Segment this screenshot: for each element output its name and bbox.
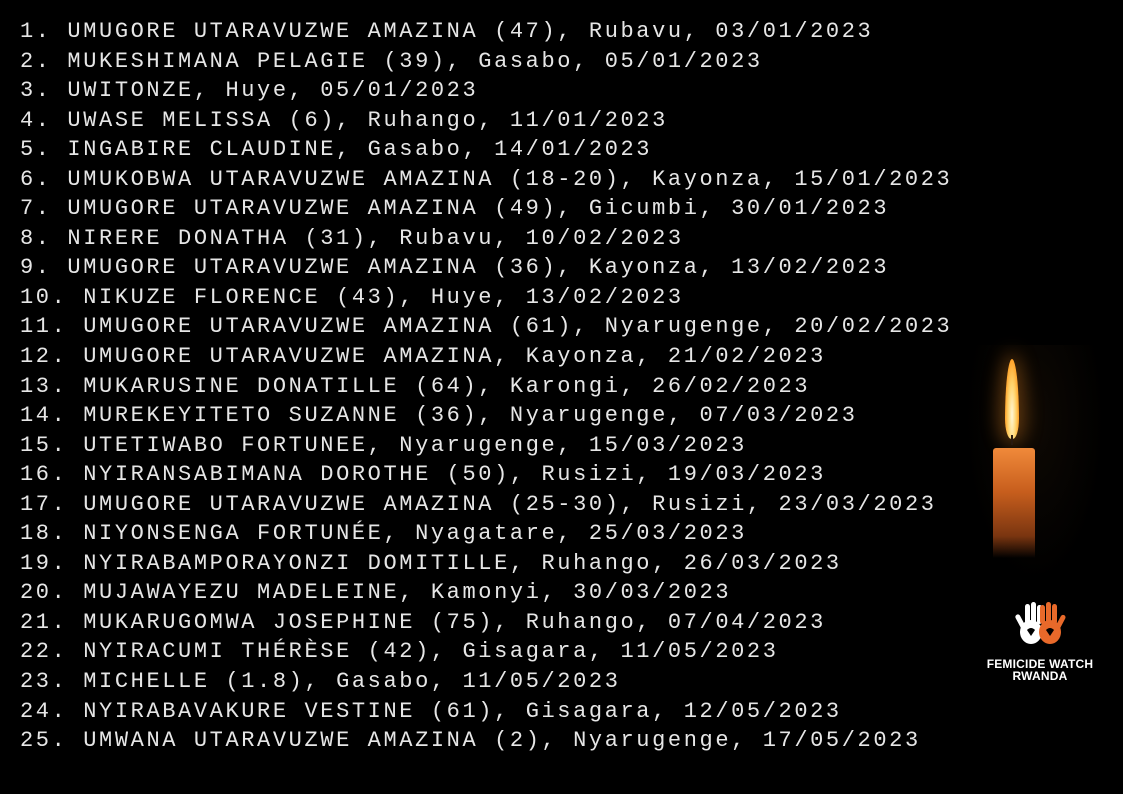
item-text: NIYONSENGA FORTUNÉE, Nyagatare, 25/03/20… [83, 521, 747, 547]
list-item: 4. UWASE MELISSA (6), Ruhango, 11/01/202… [20, 106, 952, 136]
item-number: 24. [20, 698, 68, 724]
item-text: UMUGORE UTARAVUZWE AMAZINA (47), Rubavu,… [67, 19, 874, 44]
item-text: UTETIWABO FORTUNEE, Nyarugenge, 15/03/20… [83, 432, 747, 458]
item-text: MUKESHIMANA PELAGIE (39), Gasabo, 05/01/… [67, 48, 763, 74]
item-text: UMWANA UTARAVUZWE AMAZINA (2), Nyarugeng… [83, 728, 921, 754]
list-item: 12. UMUGORE UTARAVUZWE AMAZINA, Kayonza,… [20, 342, 952, 372]
item-number: 4. [20, 107, 52, 133]
item-text: NYIRABAMPORAYONZI DOMITILLE, Ruhango, 26… [83, 550, 842, 576]
item-number: 21. [20, 609, 68, 635]
item-number: 23. [20, 669, 68, 695]
item-number: 8. [20, 225, 52, 251]
list-item: 7. UMUGORE UTARAVUZWE AMAZINA (49), Gicu… [20, 194, 952, 224]
candle-body [993, 448, 1035, 558]
item-number: 9. [20, 255, 52, 281]
hands-icon [1015, 602, 1066, 644]
item-text: MICHELLE (1.8), Gasabo, 11/05/2023 [83, 669, 621, 695]
list-item: 16. NYIRANSABIMANA DOROTHE (50), Rusizi,… [20, 460, 952, 490]
item-text: UWASE MELISSA (6), Ruhango, 11/01/2023 [67, 107, 668, 133]
list-item: 9. UMUGORE UTARAVUZWE AMAZINA (36), Kayo… [20, 253, 952, 283]
item-number: 20. [20, 580, 68, 606]
list-item: 17. UMUGORE UTARAVUZWE AMAZINA (25-30), … [20, 490, 952, 520]
item-text: NIKUZE FLORENCE (43), Huye, 13/02/2023 [83, 284, 684, 310]
item-text: NIRERE DONATHA (31), Rubavu, 10/02/2023 [67, 225, 684, 251]
item-text: MUREKEYITETO SUZANNE (36), Nyarugenge, 0… [83, 403, 858, 429]
item-number: 15. [20, 432, 68, 458]
item-number: 18. [20, 521, 68, 547]
item-number: 16. [20, 462, 68, 488]
item-number: 13. [20, 373, 68, 399]
list-item: 21. MUKARUGOMWA JOSEPHINE (75), Ruhango,… [20, 608, 952, 638]
item-text: UMUGORE UTARAVUZWE AMAZINA (36), Kayonza… [67, 255, 890, 281]
item-number: 1. [20, 19, 52, 44]
list-item: 11. UMUGORE UTARAVUZWE AMAZINA (61), Nya… [20, 312, 952, 342]
item-number: 5. [20, 137, 52, 163]
item-number: 22. [20, 639, 68, 665]
item-text: INGABIRE CLAUDINE, Gasabo, 14/01/2023 [67, 137, 653, 163]
list-item: 25. UMWANA UTARAVUZWE AMAZINA (2), Nyaru… [20, 726, 952, 756]
list-item: 10. NIKUZE FLORENCE (43), Huye, 13/02/20… [20, 283, 952, 313]
wick [1011, 435, 1013, 445]
item-number: 19. [20, 550, 68, 576]
list-item: 18. NIYONSENGA FORTUNÉE, Nyagatare, 25/0… [20, 519, 952, 549]
victims-list: 1. UMUGORE UTARAVUZWE AMAZINA (47), Ruba… [20, 17, 952, 756]
list-item: 15. UTETIWABO FORTUNEE, Nyarugenge, 15/0… [20, 431, 952, 461]
item-text: MUJAWAYEZU MADELEINE, Kamonyi, 30/03/202… [83, 580, 732, 606]
list-item: 22. NYIRACUMI THÉRÈSE (42), Gisagara, 11… [20, 637, 952, 667]
list-item: 6. UMUKOBWA UTARAVUZWE AMAZINA (18-20), … [20, 165, 952, 195]
item-text: UMUKOBWA UTARAVUZWE AMAZINA (18-20), Kay… [67, 166, 953, 192]
item-text: UMUGORE UTARAVUZWE AMAZINA (61), Nyaruge… [83, 314, 953, 340]
list-item: 5. INGABIRE CLAUDINE, Gasabo, 14/01/2023 [20, 135, 952, 165]
femicide-watch-logo: FEMICIDE WATCH RWANDA [965, 600, 1115, 682]
item-text: NYIRABAVAKURE VESTINE (61), Gisagara, 12… [83, 698, 842, 724]
candle-image [960, 345, 1110, 595]
item-number: 11. [20, 314, 68, 340]
list-item: 13. MUKARUSINE DONATILLE (64), Karongi, … [20, 372, 952, 402]
item-text: NYIRACUMI THÉRÈSE (42), Gisagara, 11/05/… [83, 639, 779, 665]
item-text: MUKARUSINE DONATILLE (64), Karongi, 26/0… [83, 373, 811, 399]
list-item: 23. MICHELLE (1.8), Gasabo, 11/05/2023 [20, 667, 952, 697]
item-number: 25. [20, 728, 68, 754]
item-number: 17. [20, 491, 68, 517]
item-text: UMUGORE UTARAVUZWE AMAZINA, Kayonza, 21/… [83, 344, 826, 370]
item-text: NYIRANSABIMANA DOROTHE (50), Rusizi, 19/… [83, 462, 826, 488]
list-item: 14. MUREKEYITETO SUZANNE (36), Nyarugeng… [20, 401, 952, 431]
list-item: 2. MUKESHIMANA PELAGIE (39), Gasabo, 05/… [20, 47, 952, 77]
item-number: 10. [20, 284, 68, 310]
flame-icon [1005, 359, 1019, 439]
item-text: UMUGORE UTARAVUZWE AMAZINA (49), Gicumbi… [67, 196, 890, 222]
list-item: 3. UWITONZE, Huye, 05/01/2023 [20, 76, 952, 106]
list-item: 1. UMUGORE UTARAVUZWE AMAZINA (47), Ruba… [20, 17, 952, 47]
logo-title-line2: RWANDA [1012, 669, 1068, 683]
item-text: UWITONZE, Huye, 05/01/2023 [67, 78, 479, 104]
item-number: 7. [20, 196, 52, 222]
list-item: 20. MUJAWAYEZU MADELEINE, Kamonyi, 30/03… [20, 578, 952, 608]
list-item: 24. NYIRABAVAKURE VESTINE (61), Gisagara… [20, 697, 952, 727]
list-item: 19. NYIRABAMPORAYONZI DOMITILLE, Ruhango… [20, 549, 952, 579]
item-number: 3. [20, 78, 52, 104]
item-number: 12. [20, 344, 68, 370]
list-item: 8. NIRERE DONATHA (31), Rubavu, 10/02/20… [20, 224, 952, 254]
item-text: MUKARUGOMWA JOSEPHINE (75), Ruhango, 07/… [83, 609, 826, 635]
item-number: 2. [20, 48, 52, 74]
item-number: 6. [20, 166, 52, 192]
item-text: UMUGORE UTARAVUZWE AMAZINA (25-30), Rusi… [83, 491, 937, 517]
item-number: 14. [20, 403, 68, 429]
